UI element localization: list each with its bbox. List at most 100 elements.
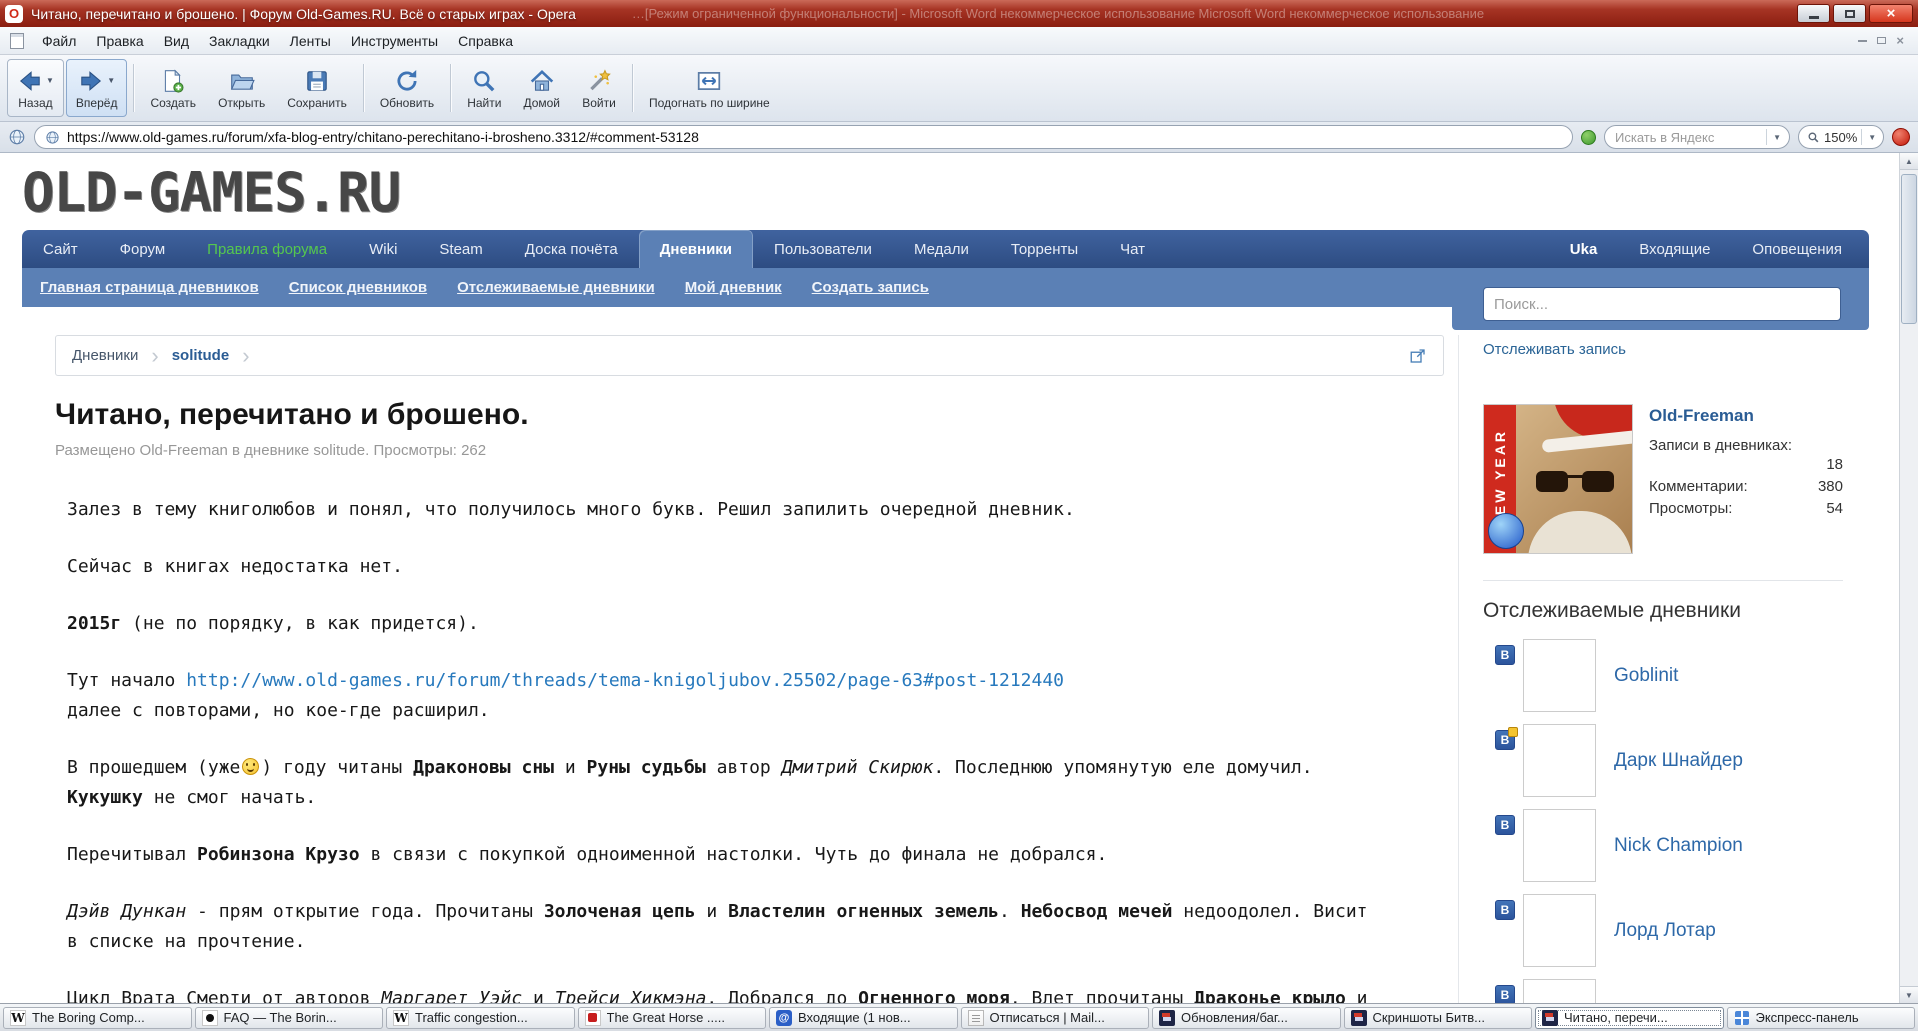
site-logo[interactable]: OLD-GAMES.RU (22, 161, 400, 224)
mdi-close-icon[interactable]: × (1896, 36, 1904, 46)
window-tab-3[interactable]: The Great Horse ..... (578, 1007, 767, 1029)
paragraph-5: Перечитывал Робинзона Крузо в связи с по… (67, 840, 1372, 870)
nav-tab-9[interactable]: Торренты (990, 230, 1099, 268)
followed-blogs-title: Отслеживаемые дневники (1483, 599, 1843, 623)
nav-tab-0[interactable]: Сайт (22, 230, 99, 268)
nav-tab-1[interactable]: Форум (99, 230, 187, 268)
subnav-link-2[interactable]: Отслеживаемые дневники (457, 279, 655, 296)
page-content: OLD-GAMES.RU СайтФорумПравила форумаWiki… (0, 153, 1899, 1003)
maximize-button[interactable] (1833, 4, 1866, 23)
nav-tab-2[interactable]: Правила форума (186, 230, 348, 268)
mdi-minimize-icon[interactable] (1858, 40, 1867, 42)
paragraph-4: В прошедшем (уже) году читаны Драконовы … (67, 753, 1372, 813)
nav-tab-8[interactable]: Медали (893, 230, 990, 268)
nav-tab-5[interactable]: Доска почёта (504, 230, 639, 268)
window-tab-6[interactable]: Обновления/баг... (1152, 1007, 1341, 1029)
security-status-icon[interactable] (1581, 130, 1596, 145)
text-segment: Залез в тему книголюбов и понял, что пол… (67, 499, 1075, 520)
menu-item-6[interactable]: Справка (448, 29, 523, 53)
subnav-link-0[interactable]: Главная страница дневников (40, 279, 259, 296)
window-tab-1[interactable]: FAQ — The Borin... (195, 1007, 384, 1029)
nav-user-link-0[interactable]: Uka (1549, 230, 1619, 268)
close-button[interactable]: × (1869, 4, 1913, 23)
toolbar-login-button[interactable]: Войти (572, 59, 626, 117)
window-tab-0[interactable]: WThe Boring Comp... (3, 1007, 192, 1029)
window-tab-8[interactable]: Читано, перечи... (1535, 1007, 1724, 1029)
author-card: NEW YEAR Old-Freeman Записи в дневниках:… (1483, 404, 1843, 554)
menu-item-2[interactable]: Вид (154, 29, 199, 53)
opera-panel-button[interactable] (1892, 128, 1910, 146)
blog-avatar[interactable] (1523, 639, 1596, 712)
toolbar-new-page-button[interactable]: Создать (140, 59, 206, 117)
text-segment: автор (706, 757, 782, 778)
mdi-restore-icon[interactable] (1877, 37, 1886, 44)
subnav-link-3[interactable]: Мой дневник (685, 279, 782, 296)
nav-user-link-1[interactable]: Входящие (1618, 230, 1731, 268)
paragraph-0: Залез в тему книголюбов и понял, что пол… (67, 495, 1372, 525)
menu-item-5[interactable]: Инструменты (341, 29, 448, 53)
search-dropdown-caret-icon[interactable]: ▼ (1766, 129, 1785, 145)
toolbar-refresh-button[interactable]: Обновить (370, 59, 444, 117)
nav-tab-4[interactable]: Steam (418, 230, 503, 268)
toolbar-open-folder-button[interactable]: Открыть (208, 59, 275, 117)
window-tab-5[interactable]: Отписаться | Mail... (961, 1007, 1150, 1029)
toolbar-find-button[interactable]: Найти (457, 59, 511, 117)
dropdown-caret-icon[interactable]: ▼ (107, 76, 115, 85)
sunglasses-icon (1582, 471, 1614, 492)
scrollbar-thumb[interactable] (1901, 174, 1917, 324)
external-link-icon[interactable] (1409, 347, 1427, 365)
toolbar-button-label: Сохранить (287, 96, 347, 110)
author-avatar[interactable]: NEW YEAR (1483, 404, 1633, 554)
text-segment: В прошедшем (уже (67, 757, 240, 778)
menu-item-0[interactable]: Файл (32, 29, 86, 53)
menu-item-4[interactable]: Ленты (280, 29, 341, 53)
web-search-field[interactable]: ▼ (1604, 125, 1790, 149)
page-scrollbar[interactable]: ▲ ▼ (1899, 153, 1918, 1003)
menu-item-3[interactable]: Закладки (199, 29, 280, 53)
blog-name-link[interactable]: Goblinit (1614, 665, 1678, 687)
toolbar-home-button[interactable]: Домой (513, 59, 570, 117)
subnav-link-1[interactable]: Список дневников (289, 279, 427, 296)
window-tab-4[interactable]: @Входящие (1 нов... (769, 1007, 958, 1029)
toolbar-back-button[interactable]: ▼Назад (7, 59, 64, 117)
window-tab-7[interactable]: Скриншоты Битв... (1344, 1007, 1533, 1029)
site-search-input[interactable] (1483, 287, 1841, 321)
inline-link[interactable]: http://www.old-games.ru/forum/threads/te… (186, 670, 1064, 691)
window-tab-2[interactable]: WTraffic congestion... (386, 1007, 575, 1029)
subnav-link-4[interactable]: Создать запись (812, 279, 929, 296)
blog-avatar[interactable] (1523, 809, 1596, 882)
follow-entry-link[interactable]: Отслеживать запись (1483, 341, 1626, 358)
window-tab-bar: WThe Boring Comp...FAQ — The Borin...WTr… (0, 1003, 1918, 1031)
zoom-dropdown-caret-icon[interactable]: ▼ (1861, 129, 1880, 145)
url-input[interactable] (67, 129, 1562, 145)
blog-name-link[interactable]: Дарк Шнайдер (1614, 750, 1743, 772)
blog-name-link[interactable]: Лорд Лотар (1614, 920, 1716, 942)
subnav-search-area (1452, 268, 1869, 330)
dropdown-caret-icon[interactable]: ▼ (46, 76, 54, 85)
scroll-down-icon[interactable]: ▼ (1900, 986, 1918, 1003)
window-tab-9[interactable]: Экспресс-панель (1727, 1007, 1916, 1029)
stat-value: 380 (1818, 478, 1843, 495)
text-segment: Кукушку (67, 787, 143, 808)
nav-user-link-2[interactable]: Оповещения (1731, 230, 1863, 268)
window-tab-label: The Great Horse ..... (607, 1010, 726, 1025)
author-name-link[interactable]: Old-Freeman (1649, 406, 1843, 426)
nav-tab-7[interactable]: Пользователи (753, 230, 893, 268)
breadcrumb-item-1[interactable]: solitude (172, 347, 230, 364)
scroll-up-icon[interactable]: ▲ (1900, 153, 1918, 170)
toolbar-save-button[interactable]: Сохранить (277, 59, 357, 117)
toolbar-fit-width-button[interactable]: Подогнать по ширине (639, 59, 780, 117)
blog-name-link[interactable]: Nick Champion (1614, 835, 1743, 857)
zoom-control[interactable]: 150% ▼ (1798, 125, 1884, 149)
minimize-button[interactable] (1797, 4, 1830, 23)
menu-item-1[interactable]: Правка (86, 29, 153, 53)
blog-avatar[interactable] (1523, 979, 1596, 1003)
breadcrumb-item-0[interactable]: Дневники (72, 347, 138, 364)
toolbar-forward-button[interactable]: ▼Вперёд (66, 59, 128, 117)
nav-tab-6[interactable]: Дневники (639, 230, 753, 268)
web-search-input[interactable] (1615, 130, 1735, 145)
blog-avatar[interactable] (1523, 724, 1596, 797)
nav-tab-10[interactable]: Чат (1099, 230, 1166, 268)
nav-tab-3[interactable]: Wiki (348, 230, 418, 268)
blog-avatar[interactable] (1523, 894, 1596, 967)
